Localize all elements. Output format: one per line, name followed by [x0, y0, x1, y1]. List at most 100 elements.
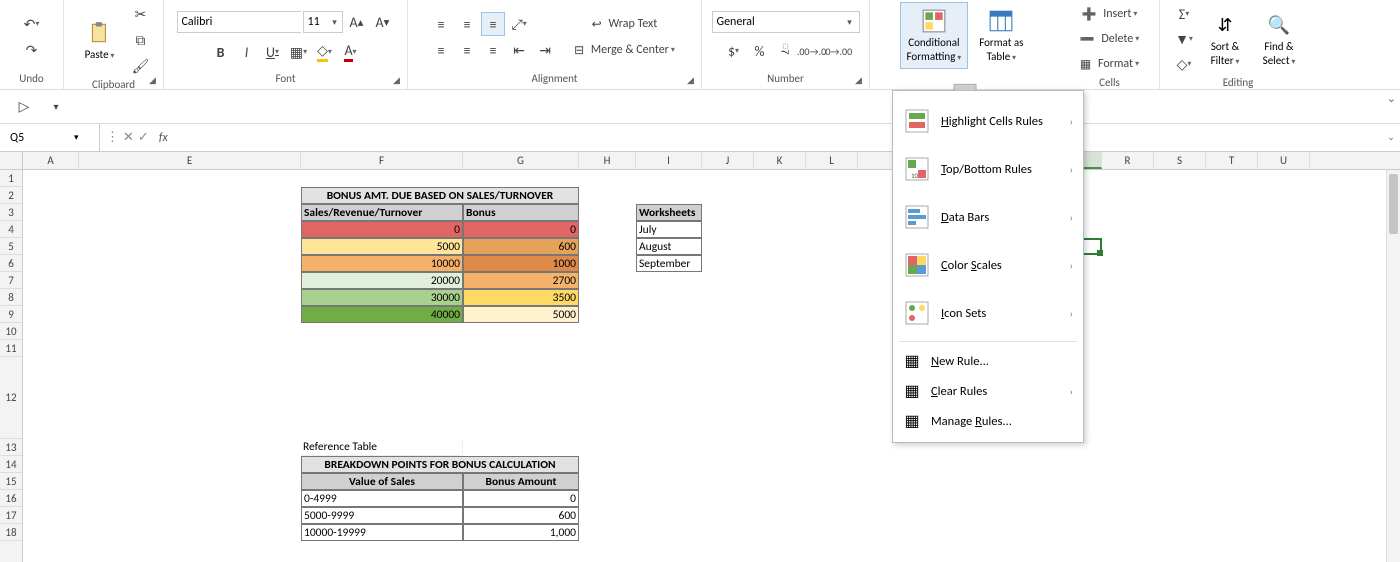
format-as-table-button[interactable]: Format as Table: [972, 2, 1030, 69]
cell[interactable]: 3500: [463, 289, 579, 306]
row-header[interactable]: 5: [0, 238, 22, 255]
column-header[interactable]: T: [1206, 152, 1258, 169]
cell[interactable]: July: [636, 221, 702, 238]
cell[interactable]: 0-4999: [301, 490, 463, 507]
orientation-button[interactable]: ⤢: [507, 12, 531, 36]
align-left-button[interactable]: ≡: [429, 38, 453, 62]
cancel-formula-button[interactable]: ✕: [123, 130, 134, 145]
font-size-dd[interactable]: ▾: [328, 17, 342, 28]
font-name-combo[interactable]: ▾: [177, 11, 301, 33]
menu-highlight-cells-rules[interactable]: Highlight Cells Rules ›: [893, 97, 1083, 145]
font-color-button[interactable]: A: [339, 40, 363, 64]
column-header[interactable]: U: [1258, 152, 1310, 169]
decrease-decimal-button[interactable]: .0→.00: [826, 39, 850, 63]
cell[interactable]: 5000-9999: [301, 507, 463, 524]
font-size-input[interactable]: [304, 12, 328, 32]
underline-button[interactable]: U: [261, 40, 285, 64]
cell[interactable]: 0: [463, 490, 579, 507]
scrollbar-thumb[interactable]: [1389, 174, 1398, 234]
align-bottom-button[interactable]: ≡: [481, 12, 505, 36]
cell[interactable]: BONUS AMT. DUE BASED ON SALES/TURNOVER: [301, 187, 579, 204]
cell[interactable]: 10000: [301, 255, 463, 272]
delete-button[interactable]: ➖ Delete: [1077, 27, 1143, 51]
row-header[interactable]: 2: [0, 187, 22, 204]
column-header[interactable]: H: [579, 152, 636, 169]
cell[interactable]: 20000: [301, 272, 463, 289]
name-box[interactable]: ▾: [0, 124, 100, 151]
find-select-button[interactable]: 🔍 Find & Select: [1254, 6, 1304, 73]
align-middle-button[interactable]: ≡: [455, 12, 479, 36]
cell[interactable]: Bonus: [463, 204, 579, 221]
font-size-combo[interactable]: ▾: [303, 11, 343, 33]
redo-button[interactable]: ↷: [20, 38, 44, 62]
number-launcher[interactable]: ◢: [855, 75, 865, 85]
paste-button[interactable]: Paste: [75, 14, 125, 67]
bold-button[interactable]: B: [209, 40, 233, 64]
cell[interactable]: 600: [463, 238, 579, 255]
autosum-button[interactable]: Σ: [1172, 2, 1196, 26]
copy-button[interactable]: ⧉: [129, 28, 153, 52]
collapse-ribbon-button[interactable]: ⌄: [1387, 92, 1396, 105]
accounting-format-button[interactable]: $: [722, 39, 746, 63]
cell[interactable]: 1,000: [463, 524, 579, 541]
name-box-input[interactable]: [0, 131, 70, 145]
undo-button[interactable]: ↶: [20, 12, 44, 36]
increase-font-button[interactable]: A▴: [345, 10, 369, 34]
decrease-indent-button[interactable]: ⇤: [507, 38, 531, 62]
align-top-button[interactable]: ≡: [429, 12, 453, 36]
decrease-font-button[interactable]: A▾: [371, 10, 395, 34]
menu-new-rule[interactable]: ▦ New Rule...: [893, 346, 1083, 376]
column-header[interactable]: J: [702, 152, 754, 169]
fill-button[interactable]: ▼: [1172, 27, 1196, 51]
font-launcher[interactable]: ◢: [393, 75, 403, 85]
sort-filter-button[interactable]: ⇵ Sort & Filter: [1200, 6, 1250, 73]
row-header[interactable]: 4: [0, 221, 22, 238]
column-header[interactable]: G: [463, 152, 579, 169]
cell[interactable]: BREAKDOWN POINTS FOR BONUS CALCULATION: [301, 456, 579, 473]
row-header[interactable]: 16: [0, 490, 22, 507]
column-header[interactable]: K: [754, 152, 806, 169]
align-right-button[interactable]: ≡: [481, 38, 505, 62]
borders-button[interactable]: ▦: [287, 40, 311, 64]
qab-icon[interactable]: ▷: [12, 95, 36, 119]
row-header[interactable]: 10: [0, 323, 22, 340]
cell[interactable]: Sales/Revenue/Turnover: [301, 204, 463, 221]
number-format-dd[interactable]: ▾: [843, 17, 857, 28]
row-header[interactable]: 17: [0, 507, 22, 524]
increase-indent-button[interactable]: ⇥: [533, 38, 557, 62]
font-name-input[interactable]: [178, 12, 323, 32]
cell[interactable]: 600: [463, 507, 579, 524]
menu-top-bottom-rules[interactable]: 10 Top/Bottom Rules ›: [893, 145, 1083, 193]
row-header[interactable]: 15: [0, 473, 22, 490]
cell[interactable]: 40000: [301, 306, 463, 323]
cell[interactable]: 0: [301, 221, 463, 238]
number-format-input[interactable]: [713, 12, 843, 32]
cell[interactable]: Bonus Amount: [463, 473, 579, 490]
conditional-formatting-button[interactable]: Conditional Formatting: [900, 2, 969, 69]
column-header[interactable]: F: [301, 152, 463, 169]
column-header[interactable]: E: [79, 152, 301, 169]
percent-button[interactable]: %: [748, 39, 772, 63]
qab-customize[interactable]: ▾: [44, 95, 68, 119]
menu-manage-rules[interactable]: ▦ Manage Rules...: [893, 406, 1083, 436]
row-header[interactable]: 12: [0, 357, 22, 439]
italic-button[interactable]: I: [235, 40, 259, 64]
formula-input[interactable]: [172, 124, 1382, 151]
row-header[interactable]: 9: [0, 306, 22, 323]
cut-button[interactable]: ✂: [129, 2, 153, 26]
clipboard-launcher[interactable]: ◢: [149, 75, 159, 85]
cell[interactable]: Worksheets: [636, 204, 702, 221]
cell[interactable]: 5000: [463, 306, 579, 323]
increase-decimal-button[interactable]: .00→.0: [800, 39, 824, 63]
row-header[interactable]: 7: [0, 272, 22, 289]
row-header[interactable]: 8: [0, 289, 22, 306]
format-button[interactable]: ▦ Format: [1077, 52, 1142, 76]
row-header[interactable]: 6: [0, 255, 22, 272]
column-header[interactable]: L: [806, 152, 858, 169]
menu-color-scales[interactable]: Color Scales ›: [893, 241, 1083, 289]
insert-button[interactable]: ➕ Insert: [1079, 2, 1141, 26]
column-header[interactable]: I: [636, 152, 702, 169]
select-all[interactable]: [0, 152, 22, 170]
row-header[interactable]: 1: [0, 170, 22, 187]
comma-button[interactable]: ྲ: [774, 39, 798, 63]
